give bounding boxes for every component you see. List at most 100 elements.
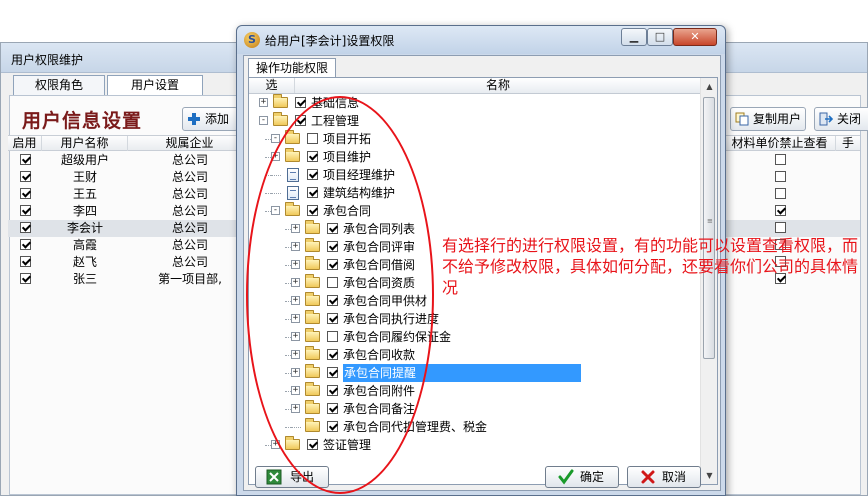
permission-checkbox[interactable] <box>327 241 338 252</box>
tree-item-label[interactable]: 项目维护 <box>323 148 371 166</box>
expand-icon[interactable]: + <box>291 224 300 233</box>
close-button[interactable]: 关闭 <box>814 107 868 131</box>
tree-item-label[interactable]: 承包合同资质 <box>343 274 415 292</box>
tree-item-label[interactable]: 签证管理 <box>323 436 371 454</box>
permission-checkbox[interactable] <box>327 421 338 432</box>
tree-item-label[interactable]: 承包合同附件 <box>343 382 415 400</box>
col-name[interactable]: 名称 <box>295 78 701 93</box>
col-extra[interactable]: 手 <box>836 136 860 151</box>
tree-row[interactable]: + 承包合同附件 <box>249 382 701 400</box>
expand-icon[interactable]: + <box>291 314 300 323</box>
tree-item-label[interactable]: 承包合同收款 <box>343 346 415 364</box>
tree-row[interactable]: + 承包合同提醒 <box>249 364 701 382</box>
permission-checkbox[interactable] <box>307 133 318 144</box>
price-hidden-checkbox[interactable] <box>774 188 786 199</box>
expand-icon[interactable]: + <box>291 242 300 251</box>
expand-icon[interactable]: + <box>291 260 300 269</box>
minimize-button[interactable]: ▁ <box>621 28 647 46</box>
tab-operation-permissions[interactable]: 操作功能权限 <box>248 58 336 77</box>
enabled-checkbox[interactable] <box>19 154 31 165</box>
permission-checkbox[interactable] <box>327 331 338 342</box>
permission-checkbox[interactable] <box>307 205 318 216</box>
permission-checkbox[interactable] <box>295 97 306 108</box>
tree-item-label[interactable]: 承包合同提醒 <box>343 364 581 382</box>
tree-item-label[interactable]: 承包合同甲供材 <box>343 292 427 310</box>
enabled-checkbox[interactable] <box>19 205 31 216</box>
price-hidden-checkbox[interactable] <box>774 171 786 182</box>
collapse-icon[interactable]: - <box>271 206 280 215</box>
expand-icon[interactable]: + <box>271 440 280 449</box>
scroll-thumb[interactable]: ≡ <box>703 97 715 359</box>
enabled-checkbox[interactable] <box>19 222 31 233</box>
expand-icon[interactable]: + <box>291 278 300 287</box>
tree-row[interactable]: + 承包合同执行进度 <box>249 310 701 328</box>
permission-checkbox[interactable] <box>327 313 338 324</box>
permission-checkbox[interactable] <box>327 385 338 396</box>
enabled-checkbox[interactable] <box>19 188 31 199</box>
col-company[interactable]: 规属企业 <box>128 136 252 151</box>
dialog-close-button[interactable]: ✕ <box>673 28 717 46</box>
add-button[interactable]: 添加 <box>182 107 238 131</box>
expand-icon[interactable]: + <box>271 152 280 161</box>
tab-user-settings[interactable]: 用户设置 <box>107 75 203 96</box>
maximize-button[interactable]: □ <box>647 28 673 46</box>
scroll-up-icon[interactable]: ▲ <box>702 79 717 94</box>
col-user-name[interactable]: 用户名称 <box>42 136 128 151</box>
permission-checkbox[interactable] <box>327 403 338 414</box>
price-hidden-checkbox[interactable] <box>774 222 786 233</box>
tree-item-label[interactable]: 承包合同列表 <box>343 220 415 238</box>
tree-item-label[interactable]: 项目开拓 <box>323 130 371 148</box>
tree-row[interactable]: + 项目维护 <box>249 148 701 166</box>
tree-row[interactable]: 项目经理维护 <box>249 166 701 184</box>
tree-item-label[interactable]: 建筑结构维护 <box>323 184 395 202</box>
tree-item-label[interactable]: 项目经理维护 <box>323 166 395 184</box>
permission-checkbox[interactable] <box>307 187 318 198</box>
tree-item-label[interactable]: 承包合同备注 <box>343 400 415 418</box>
tree-row[interactable]: 建筑结构维护 <box>249 184 701 202</box>
tree-row[interactable]: - 承包合同 <box>249 202 701 220</box>
permission-checkbox[interactable] <box>327 259 338 270</box>
tree-item-label[interactable]: 工程管理 <box>311 112 359 130</box>
price-hidden-checkbox[interactable] <box>774 154 786 165</box>
expand-icon[interactable]: + <box>291 368 300 377</box>
permission-checkbox[interactable] <box>327 277 338 288</box>
tree-row[interactable]: + 承包合同备注 <box>249 400 701 418</box>
expand-icon[interactable]: + <box>291 332 300 341</box>
tree-row[interactable]: + 承包合同收款 <box>249 346 701 364</box>
expand-icon[interactable]: + <box>291 404 300 413</box>
tree-item-label[interactable]: 承包合同履约保证金 <box>343 328 451 346</box>
price-hidden-checkbox[interactable] <box>774 205 786 216</box>
tree-item-label[interactable]: 承包合同评审 <box>343 238 415 256</box>
tree-item-label[interactable]: 承包合同 <box>323 202 371 220</box>
tree-item-label[interactable]: 承包合同代扣管理费、税金 <box>343 418 487 436</box>
collapse-icon[interactable]: - <box>271 134 280 143</box>
tab-permission-role[interactable]: 权限角色 <box>13 75 105 95</box>
enabled-checkbox[interactable] <box>19 239 31 250</box>
permission-checkbox[interactable] <box>307 169 318 180</box>
tree-row[interactable]: - 工程管理 <box>249 112 701 130</box>
permission-checkbox[interactable] <box>327 349 338 360</box>
expand-icon[interactable]: + <box>291 350 300 359</box>
scroll-down-icon[interactable]: ▼ <box>702 468 717 483</box>
collapse-icon[interactable]: - <box>259 116 268 125</box>
tree-row[interactable]: 承包合同代扣管理费、税金 <box>249 418 701 436</box>
tree-row[interactable]: + 基础信息 <box>249 94 701 112</box>
permission-checkbox[interactable] <box>295 115 306 126</box>
tree-item-label[interactable]: 基础信息 <box>311 94 359 112</box>
permission-checkbox[interactable] <box>327 223 338 234</box>
col-enabled[interactable]: 启用 <box>8 136 42 151</box>
ok-button[interactable]: 确定 <box>545 466 619 488</box>
cancel-button[interactable]: 取消 <box>627 466 701 488</box>
tree-row[interactable]: - 项目开拓 <box>249 130 701 148</box>
tree-item-label[interactable]: 承包合同执行进度 <box>343 310 439 328</box>
enabled-checkbox[interactable] <box>19 256 31 267</box>
expand-icon[interactable]: + <box>291 296 300 305</box>
col-select[interactable]: 选 <box>249 78 295 93</box>
col-price-hidden[interactable]: 材料单价禁止查看 <box>724 136 836 151</box>
enabled-checkbox[interactable] <box>19 273 31 284</box>
expand-icon[interactable]: + <box>259 98 268 107</box>
permission-checkbox[interactable] <box>307 151 318 162</box>
tree-row[interactable]: + 承包合同履约保证金 <box>249 328 701 346</box>
permission-checkbox[interactable] <box>327 367 338 378</box>
permission-checkbox[interactable] <box>327 295 338 306</box>
